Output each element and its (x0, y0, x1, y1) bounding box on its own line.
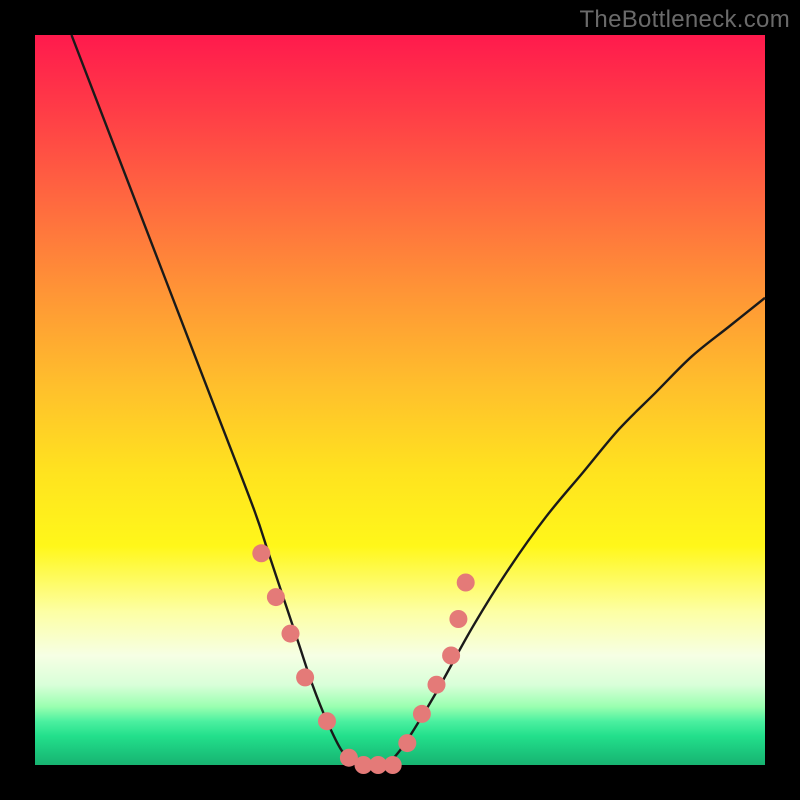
highlight-dot (318, 712, 336, 730)
highlight-dot (398, 734, 416, 752)
highlight-dot (457, 574, 475, 592)
bottleneck-curve (72, 35, 766, 766)
highlight-dot (442, 647, 460, 665)
highlight-dot (267, 588, 285, 606)
chart-frame: TheBottleneck.com (0, 0, 800, 800)
highlight-dot (449, 610, 467, 628)
highlight-dot (252, 544, 270, 562)
highlight-dots (252, 544, 474, 774)
curve-layer (35, 35, 765, 765)
highlight-dot (296, 668, 314, 686)
highlight-dot (282, 625, 300, 643)
plot-area (35, 35, 765, 765)
highlight-dot (428, 676, 446, 694)
highlight-dot (413, 705, 431, 723)
watermark-text: TheBottleneck.com (579, 6, 790, 34)
highlight-dot (384, 756, 402, 774)
